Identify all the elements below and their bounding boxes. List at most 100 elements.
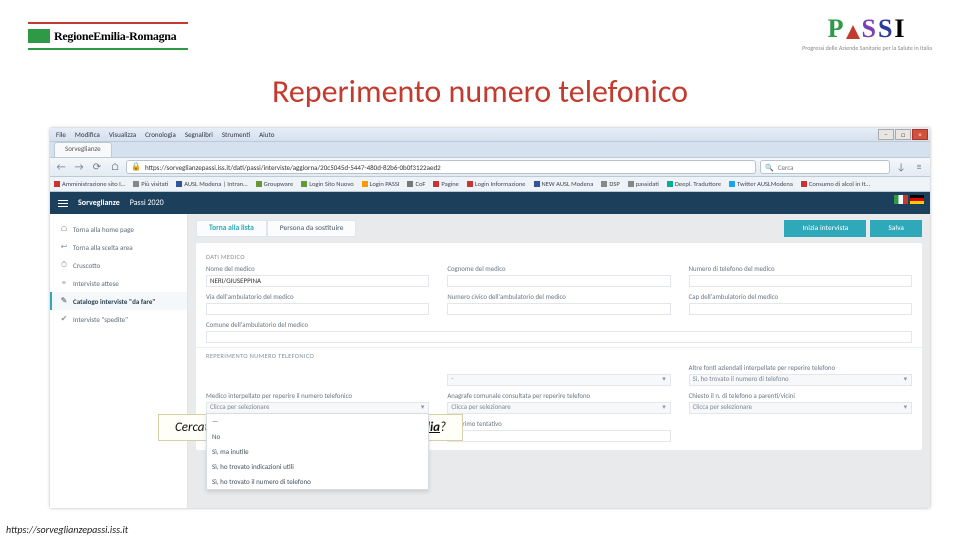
dropdown-options: — No Sì, ma inutile Sì, ho trovato indic… (206, 413, 429, 490)
browser-toolbar: ← → ⟳ ⌂ 🔒 https://sorveglianzepassi.iss.… (50, 158, 930, 177)
substitute-button[interactable]: Persona da sostituire (267, 220, 357, 237)
bookmark-item[interactable]: Amministrazione sito I… (62, 180, 125, 188)
forward-icon[interactable]: → (72, 160, 86, 174)
bookmark-item[interactable]: passidati (636, 180, 659, 188)
list-icon: ≡ (60, 278, 68, 288)
save-button[interactable]: Salva (870, 220, 922, 237)
option-empty[interactable]: — (207, 414, 428, 429)
field-tel-medico: Numero di telefono del medico (689, 265, 912, 287)
browser-tab[interactable]: Sorveglianze (54, 142, 112, 157)
field-comune: Comune dell'ambulatorio del medico (206, 321, 912, 343)
flag-de-icon[interactable] (910, 195, 924, 204)
bookmark-item[interactable]: CoF (415, 180, 425, 188)
bookmark-item[interactable]: DSP (609, 180, 619, 188)
bookmark-item[interactable]: Più visitati (141, 180, 168, 188)
sidebar-item-cruscotto[interactable]: ⏱ Cruscotto (50, 256, 187, 274)
sidebar-item-label: Interviste attese (73, 279, 119, 288)
civico-input[interactable] (447, 303, 670, 315)
app-header: Sorveglianze Passi 2020 (50, 192, 930, 214)
bookmark-icon (729, 181, 735, 187)
bookmark-item[interactable]: Groupware (264, 180, 294, 188)
hamburger-icon[interactable] (58, 198, 68, 209)
bookmark-item[interactable]: Login Sito Nuovo (309, 180, 353, 188)
bookmark-icon (467, 181, 473, 187)
menu-edit[interactable]: Modifica (75, 130, 100, 139)
bookmark-icon (256, 181, 262, 187)
bookmark-icon (301, 181, 307, 187)
back-to-list-button[interactable]: Torna alla lista (196, 220, 267, 237)
flag-it-icon[interactable] (894, 195, 908, 204)
app-name: Sorveglianze (78, 198, 120, 208)
bookmark-icon (628, 181, 634, 187)
bookmark-item[interactable]: Consumo di alcol in It… (809, 180, 870, 188)
browser-tabs: Sorveglianze (50, 142, 930, 158)
footer-url: https://sorveglianzepassi.iss.it (6, 523, 128, 536)
altre-fonti-select[interactable]: Sì, ho trovato il numero di telefono (689, 374, 912, 386)
sidebar-item-attese[interactable]: ≡ Interviste attese (50, 274, 187, 292)
region-flag-icon (28, 29, 50, 43)
nome-medico-input[interactable]: NERI/GIUSEPPINA (206, 275, 429, 287)
parenti-select[interactable]: Clicca per selezionare (689, 402, 912, 414)
bookmark-icon (407, 181, 413, 187)
bookmark-item[interactable]: Login PASSI (370, 180, 400, 188)
bookmark-item[interactable]: Pagine (441, 180, 459, 188)
bookmark-icon (176, 181, 182, 187)
bookmark-item[interactable]: AUSL Modena | Intran… (184, 180, 247, 188)
back-icon: ↩ (60, 242, 68, 252)
cognome-medico-input[interactable] (447, 275, 670, 287)
region-logo: RegioneEmilia-Romagna (28, 22, 188, 50)
minimize-button[interactable]: – (878, 129, 894, 140)
field-via: Via dell'ambulatorio del medico (206, 293, 429, 315)
bookmark-item[interactable]: NEW AUSL Modena (542, 180, 594, 188)
menu-file[interactable]: File (56, 130, 66, 139)
field-anagrafe-comunale: Anagrafe comunale consultata per reperir… (447, 392, 670, 414)
tel-medico-input[interactable] (689, 275, 912, 287)
sidebar-item-spedite[interactable]: ✔ Interviste "spedite" (50, 310, 187, 328)
address-bar[interactable]: 🔒 https://sorveglianzepassi.iss.it/dati/… (126, 160, 756, 174)
check-icon: ✔ (60, 314, 68, 324)
menu-tools[interactable]: Strumenti (222, 130, 250, 139)
sidebar-item-label: Torna alla home page (73, 225, 134, 234)
bookmark-icon (667, 181, 673, 187)
menu-help[interactable]: Aiuto (259, 130, 274, 139)
sidebar-item-dafare[interactable]: ✎ Catalogo interviste "da fare" (50, 292, 187, 310)
option-si-inutile[interactable]: Sì, ma inutile (207, 444, 428, 459)
bookmark-icon (54, 181, 60, 187)
reload-icon[interactable]: ⟳ (90, 160, 104, 174)
home-icon[interactable]: ⌂ (108, 160, 122, 174)
toolbar: Torna alla lista Persona da sostituire I… (196, 220, 922, 237)
back-icon[interactable]: ← (54, 160, 68, 174)
option-si-utili[interactable]: Sì, ho trovato indicazioni utili (207, 459, 428, 474)
url-text: https://sorveglianzepassi.iss.it/dati/pa… (145, 163, 441, 172)
bookmark-item[interactable]: Deepl. Traduttore (675, 180, 721, 188)
field-anagrafe-assistiti-2: - (447, 364, 670, 386)
search-box[interactable]: 🔍 Cerca (760, 160, 890, 174)
bookmark-icon (133, 181, 139, 187)
main-content: Torna alla lista Persona da sostituire I… (188, 214, 930, 508)
form-panel: DATI MEDICO Nome del medico NERI/GIUSEPP… (196, 243, 922, 450)
passi-logo: PSSI Progressi delle Aziende Sanitarie p… (802, 14, 932, 52)
comune-input[interactable] (206, 331, 912, 343)
bookmark-item[interactable]: Twitter AUSLModena (737, 180, 793, 188)
menu-icon[interactable]: ≡ (912, 160, 926, 174)
triangle-icon (846, 25, 860, 39)
primo-tentativo-input[interactable] (447, 430, 670, 442)
close-button[interactable]: × (912, 129, 928, 140)
menu-history[interactable]: Cronologia (145, 130, 176, 139)
sidebar-item-area[interactable]: ↩ Torna alla scelta area (50, 238, 187, 256)
bookmark-item[interactable]: Login Informazione (475, 180, 526, 188)
anagrafe-comunale-select[interactable]: Clicca per selezionare (447, 402, 670, 414)
start-interview-button[interactable]: Inizia intervista (784, 220, 866, 237)
sidebar-item-home[interactable]: ⌂ Torna alla home page (50, 220, 187, 238)
option-no[interactable]: No (207, 429, 428, 444)
section-heading-medico: DATI MEDICO (206, 253, 912, 261)
menu-view[interactable]: Visualizza (109, 130, 136, 139)
menu-bookmarks[interactable]: Segnalibri (185, 130, 213, 139)
via-input[interactable] (206, 303, 429, 315)
maximize-button[interactable]: □ (895, 129, 911, 140)
bookmark-icon (801, 181, 807, 187)
downloads-icon[interactable]: ↓ (894, 160, 908, 174)
option-si-trovato[interactable]: Sì, ho trovato il numero di telefono (207, 474, 428, 489)
cap-input[interactable] (689, 303, 912, 315)
anagrafe-select-dash[interactable]: - (447, 374, 670, 386)
